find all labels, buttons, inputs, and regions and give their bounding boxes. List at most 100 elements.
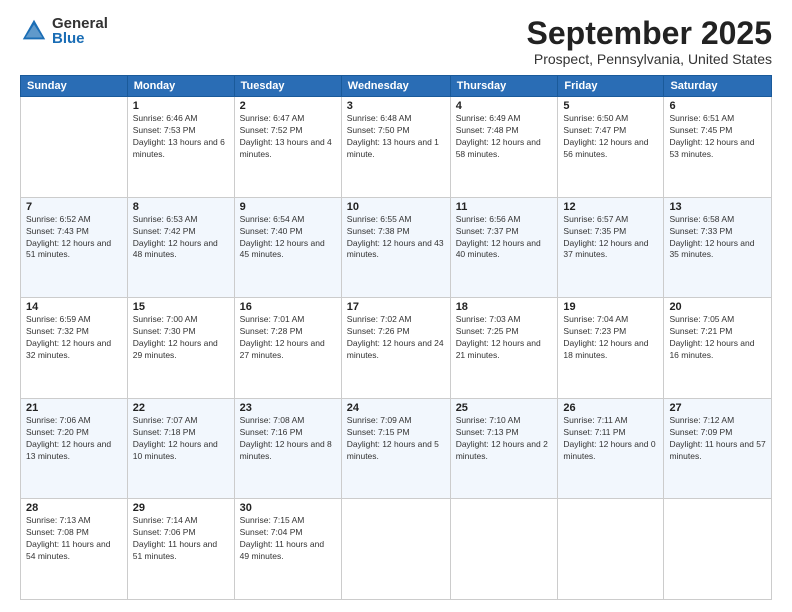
cell-w1-d2: 1Sunrise: 6:46 AM Sunset: 7:53 PM Daylig… (127, 97, 234, 198)
cell-w5-d6 (558, 499, 664, 600)
header: General Blue September 2025 Prospect, Pe… (20, 16, 772, 67)
logo-text: General Blue (52, 16, 108, 46)
day-number: 1 (133, 100, 229, 112)
day-number: 5 (563, 100, 658, 112)
day-number: 7 (26, 201, 122, 213)
logo-blue-label: Blue (52, 31, 108, 46)
cell-w4-d4: 24Sunrise: 7:09 AM Sunset: 7:15 PM Dayli… (341, 398, 450, 499)
day-number: 13 (669, 201, 766, 213)
day-number: 26 (563, 402, 658, 414)
day-number: 4 (456, 100, 553, 112)
day-info: Sunrise: 6:48 AM Sunset: 7:50 PM Dayligh… (347, 113, 445, 161)
day-number: 9 (240, 201, 336, 213)
header-friday: Friday (558, 76, 664, 97)
day-number: 21 (26, 402, 122, 414)
day-info: Sunrise: 6:59 AM Sunset: 7:32 PM Dayligh… (26, 314, 122, 362)
week-row-2: 7Sunrise: 6:52 AM Sunset: 7:43 PM Daylig… (21, 197, 772, 298)
cell-w5-d5 (450, 499, 558, 600)
day-number: 28 (26, 502, 122, 514)
day-info: Sunrise: 6:52 AM Sunset: 7:43 PM Dayligh… (26, 214, 122, 262)
day-number: 27 (669, 402, 766, 414)
day-info: Sunrise: 6:56 AM Sunset: 7:37 PM Dayligh… (456, 214, 553, 262)
cell-w5-d4 (341, 499, 450, 600)
day-info: Sunrise: 7:13 AM Sunset: 7:08 PM Dayligh… (26, 515, 122, 563)
cell-w5-d1: 28Sunrise: 7:13 AM Sunset: 7:08 PM Dayli… (21, 499, 128, 600)
header-monday: Monday (127, 76, 234, 97)
day-info: Sunrise: 6:47 AM Sunset: 7:52 PM Dayligh… (240, 113, 336, 161)
cell-w4-d2: 22Sunrise: 7:07 AM Sunset: 7:18 PM Dayli… (127, 398, 234, 499)
logo-icon (20, 17, 48, 45)
day-info: Sunrise: 7:06 AM Sunset: 7:20 PM Dayligh… (26, 415, 122, 463)
day-number: 29 (133, 502, 229, 514)
day-info: Sunrise: 6:51 AM Sunset: 7:45 PM Dayligh… (669, 113, 766, 161)
week-row-4: 21Sunrise: 7:06 AM Sunset: 7:20 PM Dayli… (21, 398, 772, 499)
day-info: Sunrise: 6:53 AM Sunset: 7:42 PM Dayligh… (133, 214, 229, 262)
cell-w4-d5: 25Sunrise: 7:10 AM Sunset: 7:13 PM Dayli… (450, 398, 558, 499)
location-subtitle: Prospect, Pennsylvania, United States (527, 51, 772, 67)
cell-w1-d7: 6Sunrise: 6:51 AM Sunset: 7:45 PM Daylig… (664, 97, 772, 198)
day-info: Sunrise: 6:58 AM Sunset: 7:33 PM Dayligh… (669, 214, 766, 262)
cell-w3-d6: 19Sunrise: 7:04 AM Sunset: 7:23 PM Dayli… (558, 298, 664, 399)
day-number: 17 (347, 301, 445, 313)
day-number: 15 (133, 301, 229, 313)
cell-w2-d2: 8Sunrise: 6:53 AM Sunset: 7:42 PM Daylig… (127, 197, 234, 298)
day-info: Sunrise: 7:07 AM Sunset: 7:18 PM Dayligh… (133, 415, 229, 463)
header-thursday: Thursday (450, 76, 558, 97)
day-info: Sunrise: 6:46 AM Sunset: 7:53 PM Dayligh… (133, 113, 229, 161)
cell-w1-d5: 4Sunrise: 6:49 AM Sunset: 7:48 PM Daylig… (450, 97, 558, 198)
cell-w1-d1 (21, 97, 128, 198)
header-saturday: Saturday (664, 76, 772, 97)
day-info: Sunrise: 7:15 AM Sunset: 7:04 PM Dayligh… (240, 515, 336, 563)
title-area: September 2025 Prospect, Pennsylvania, U… (527, 16, 772, 67)
day-info: Sunrise: 7:04 AM Sunset: 7:23 PM Dayligh… (563, 314, 658, 362)
day-info: Sunrise: 6:54 AM Sunset: 7:40 PM Dayligh… (240, 214, 336, 262)
cell-w4-d6: 26Sunrise: 7:11 AM Sunset: 7:11 PM Dayli… (558, 398, 664, 499)
day-info: Sunrise: 7:01 AM Sunset: 7:28 PM Dayligh… (240, 314, 336, 362)
day-number: 10 (347, 201, 445, 213)
day-number: 2 (240, 100, 336, 112)
cell-w1-d3: 2Sunrise: 6:47 AM Sunset: 7:52 PM Daylig… (234, 97, 341, 198)
cell-w3-d7: 20Sunrise: 7:05 AM Sunset: 7:21 PM Dayli… (664, 298, 772, 399)
day-number: 25 (456, 402, 553, 414)
day-info: Sunrise: 6:57 AM Sunset: 7:35 PM Dayligh… (563, 214, 658, 262)
cell-w4-d7: 27Sunrise: 7:12 AM Sunset: 7:09 PM Dayli… (664, 398, 772, 499)
cell-w5-d3: 30Sunrise: 7:15 AM Sunset: 7:04 PM Dayli… (234, 499, 341, 600)
day-info: Sunrise: 7:10 AM Sunset: 7:13 PM Dayligh… (456, 415, 553, 463)
day-info: Sunrise: 7:08 AM Sunset: 7:16 PM Dayligh… (240, 415, 336, 463)
cell-w4-d3: 23Sunrise: 7:08 AM Sunset: 7:16 PM Dayli… (234, 398, 341, 499)
day-info: Sunrise: 7:02 AM Sunset: 7:26 PM Dayligh… (347, 314, 445, 362)
header-tuesday: Tuesday (234, 76, 341, 97)
day-number: 14 (26, 301, 122, 313)
logo-general-label: General (52, 16, 108, 31)
month-title: September 2025 (527, 16, 772, 51)
day-number: 24 (347, 402, 445, 414)
calendar-body: 1Sunrise: 6:46 AM Sunset: 7:53 PM Daylig… (21, 97, 772, 600)
header-sunday: Sunday (21, 76, 128, 97)
cell-w3-d5: 18Sunrise: 7:03 AM Sunset: 7:25 PM Dayli… (450, 298, 558, 399)
day-number: 16 (240, 301, 336, 313)
day-info: Sunrise: 6:55 AM Sunset: 7:38 PM Dayligh… (347, 214, 445, 262)
day-number: 8 (133, 201, 229, 213)
calendar-table: Sunday Monday Tuesday Wednesday Thursday… (20, 75, 772, 600)
day-info: Sunrise: 7:14 AM Sunset: 7:06 PM Dayligh… (133, 515, 229, 563)
day-info: Sunrise: 6:50 AM Sunset: 7:47 PM Dayligh… (563, 113, 658, 161)
day-number: 11 (456, 201, 553, 213)
cell-w3-d4: 17Sunrise: 7:02 AM Sunset: 7:26 PM Dayli… (341, 298, 450, 399)
day-info: Sunrise: 6:49 AM Sunset: 7:48 PM Dayligh… (456, 113, 553, 161)
cell-w5-d7 (664, 499, 772, 600)
cell-w3-d1: 14Sunrise: 6:59 AM Sunset: 7:32 PM Dayli… (21, 298, 128, 399)
cell-w2-d7: 13Sunrise: 6:58 AM Sunset: 7:33 PM Dayli… (664, 197, 772, 298)
day-info: Sunrise: 7:11 AM Sunset: 7:11 PM Dayligh… (563, 415, 658, 463)
day-number: 12 (563, 201, 658, 213)
cell-w5-d2: 29Sunrise: 7:14 AM Sunset: 7:06 PM Dayli… (127, 499, 234, 600)
cell-w2-d3: 9Sunrise: 6:54 AM Sunset: 7:40 PM Daylig… (234, 197, 341, 298)
day-number: 20 (669, 301, 766, 313)
day-info: Sunrise: 7:09 AM Sunset: 7:15 PM Dayligh… (347, 415, 445, 463)
logo: General Blue (20, 16, 108, 46)
week-row-5: 28Sunrise: 7:13 AM Sunset: 7:08 PM Dayli… (21, 499, 772, 600)
day-number: 22 (133, 402, 229, 414)
cell-w1-d4: 3Sunrise: 6:48 AM Sunset: 7:50 PM Daylig… (341, 97, 450, 198)
cell-w1-d6: 5Sunrise: 6:50 AM Sunset: 7:47 PM Daylig… (558, 97, 664, 198)
week-row-3: 14Sunrise: 6:59 AM Sunset: 7:32 PM Dayli… (21, 298, 772, 399)
day-info: Sunrise: 7:05 AM Sunset: 7:21 PM Dayligh… (669, 314, 766, 362)
